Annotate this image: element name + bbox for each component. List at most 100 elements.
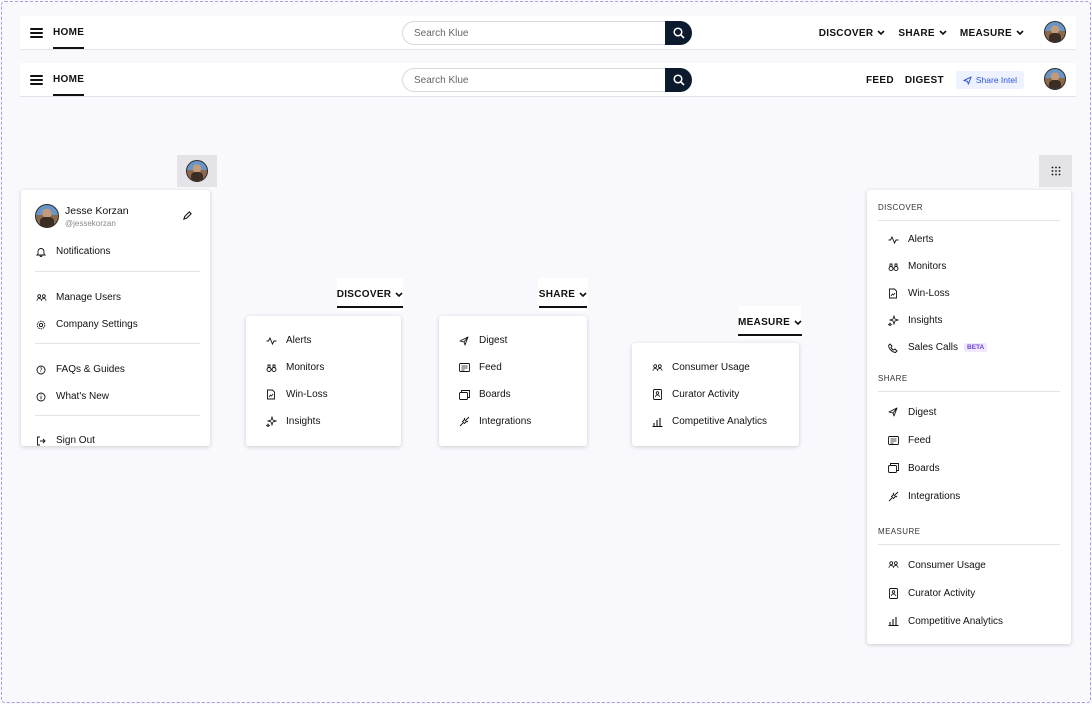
profile-menu-trigger[interactable] <box>177 155 217 187</box>
divider <box>35 343 200 344</box>
info-circle-icon <box>36 392 46 401</box>
search-box <box>402 21 692 45</box>
menu-item-competitive-analytics[interactable]: Competitive Analytics <box>887 607 1060 635</box>
menu-item-monitors[interactable]: Monitors <box>265 354 401 381</box>
menu-item-curator-activity[interactable]: Curator Activity <box>887 579 1060 607</box>
user-avatar <box>186 160 208 182</box>
users-icon <box>888 561 898 568</box>
nav-digest[interactable]: DIGEST <box>905 75 944 86</box>
nav-feed[interactable]: FEED <box>866 75 894 86</box>
profile-header: Jesse Korzan @jessekorzan <box>35 190 200 242</box>
section-heading-share: SHARE <box>878 374 908 383</box>
menu-item-curator-activity[interactable]: Curator Activity <box>651 381 799 408</box>
section-heading-discover: DISCOVER <box>878 203 923 212</box>
sparkle-icon <box>887 315 899 326</box>
menu-item-alerts[interactable]: Alerts <box>265 327 401 354</box>
chevron-down-icon <box>877 30 885 36</box>
users-icon <box>652 363 662 371</box>
menu-item-competitive-analytics[interactable]: Competitive Analytics <box>651 408 799 435</box>
send-icon <box>459 336 469 345</box>
search-button[interactable] <box>665 68 692 92</box>
menu-item-insights[interactable]: Insights <box>265 408 401 435</box>
home-link[interactable]: HOME <box>53 16 85 50</box>
search-input[interactable] <box>402 68 665 92</box>
document-chart-icon <box>267 389 275 400</box>
divider <box>35 271 200 272</box>
menu-item-boards[interactable]: Boards <box>887 454 1060 482</box>
menu-item-notifications[interactable]: Notifications <box>35 238 200 265</box>
feed-icon <box>458 363 470 372</box>
beta-badge: BETA <box>964 343 988 352</box>
chevron-down-icon <box>1016 30 1024 36</box>
nav-measure[interactable]: MEASURE <box>960 28 1024 39</box>
menu-item-whats-new[interactable]: What's New <box>35 383 200 410</box>
menu-item-win-loss[interactable]: Win-Loss <box>887 280 1060 307</box>
nav-discover[interactable]: DISCOVER <box>819 28 886 39</box>
measure-menu: Consumer Usage Curator Activity Competit… <box>632 343 799 446</box>
menu-item-monitors[interactable]: Monitors <box>887 253 1060 280</box>
discover-menu: Alerts Monitors Win-Loss Insights <box>246 316 401 446</box>
menu-item-faqs[interactable]: ? FAQs & Guides <box>35 356 200 383</box>
chevron-down-icon <box>939 30 947 36</box>
hamburger-menu-icon[interactable] <box>30 27 43 38</box>
menu-item-manage-users[interactable]: Manage Users <box>35 284 200 311</box>
measure-menu-trigger[interactable]: MEASURE <box>737 306 803 339</box>
profile-menu: Jesse Korzan @jessekorzan Notifications … <box>21 190 210 446</box>
menu-item-company-settings[interactable]: Company Settings <box>35 311 200 338</box>
user-avatar <box>35 204 59 228</box>
divider <box>878 391 1060 392</box>
divider <box>35 415 200 416</box>
share-menu-trigger[interactable]: SHARE <box>538 278 588 311</box>
activity-icon <box>888 235 898 244</box>
user-handle: @jessekorzan <box>65 218 116 228</box>
section-heading-measure: MEASURE <box>878 527 921 536</box>
menu-item-integrations[interactable]: Integrations <box>458 408 587 435</box>
send-icon <box>963 75 972 85</box>
hamburger-menu-icon[interactable] <box>30 74 43 85</box>
home-link[interactable]: HOME <box>53 63 85 97</box>
user-avatar[interactable] <box>1044 68 1066 90</box>
phone-icon <box>888 342 898 353</box>
user-avatar[interactable] <box>1044 21 1066 43</box>
id-badge-icon <box>652 389 662 400</box>
share-intel-button[interactable]: Share Intel <box>955 71 1024 89</box>
gear-icon <box>36 320 46 329</box>
nav-share[interactable]: SHARE <box>898 28 947 39</box>
edit-pencil-icon[interactable] <box>183 211 192 220</box>
menu-item-digest[interactable]: Digest <box>458 327 587 354</box>
bell-icon <box>36 247 46 257</box>
menu-item-feed[interactable]: Feed <box>887 426 1060 454</box>
plug-icon <box>888 491 898 501</box>
search-input[interactable] <box>402 21 665 45</box>
share-menu: Digest Feed Boards Integrations <box>439 316 587 446</box>
plug-icon <box>459 416 469 427</box>
menu-item-consumer-usage[interactable]: Consumer Usage <box>887 551 1060 579</box>
menu-item-sales-calls[interactable]: Sales Calls BETA <box>887 334 1060 361</box>
menu-item-insights[interactable]: Insights <box>887 307 1060 334</box>
sign-out-icon <box>37 436 46 445</box>
discover-menu-trigger[interactable]: DISCOVER <box>336 278 404 311</box>
top-nav-bar: HOME DISCOVER SHARE MEASURE <box>20 16 1076 50</box>
apps-menu-trigger[interactable] <box>1039 155 1072 187</box>
bar-chart-icon <box>888 617 898 626</box>
boards-icon <box>458 389 470 400</box>
menu-item-alerts[interactable]: Alerts <box>887 226 1060 253</box>
menu-item-feed[interactable]: Feed <box>458 354 587 381</box>
search-button[interactable] <box>665 21 692 45</box>
chevron-down-icon <box>395 291 403 297</box>
menu-item-digest[interactable]: Digest <box>887 398 1060 426</box>
users-icon <box>36 293 46 301</box>
menu-item-sign-out[interactable]: Sign Out <box>35 427 200 454</box>
menu-item-win-loss[interactable]: Win-Loss <box>265 381 401 408</box>
alt-nav: FEED DIGEST Share Intel <box>853 63 1024 97</box>
chevron-down-icon <box>579 291 587 297</box>
menu-item-consumer-usage[interactable]: Consumer Usage <box>651 354 799 381</box>
svg-text:?: ? <box>39 367 42 374</box>
sparkle-icon <box>265 416 277 427</box>
grid-dots-icon <box>1051 166 1060 176</box>
menu-item-integrations[interactable]: Integrations <box>887 482 1060 510</box>
menu-item-boards[interactable]: Boards <box>458 381 587 408</box>
activity-icon <box>266 336 276 345</box>
document-chart-icon <box>889 288 897 299</box>
send-icon <box>888 407 898 417</box>
